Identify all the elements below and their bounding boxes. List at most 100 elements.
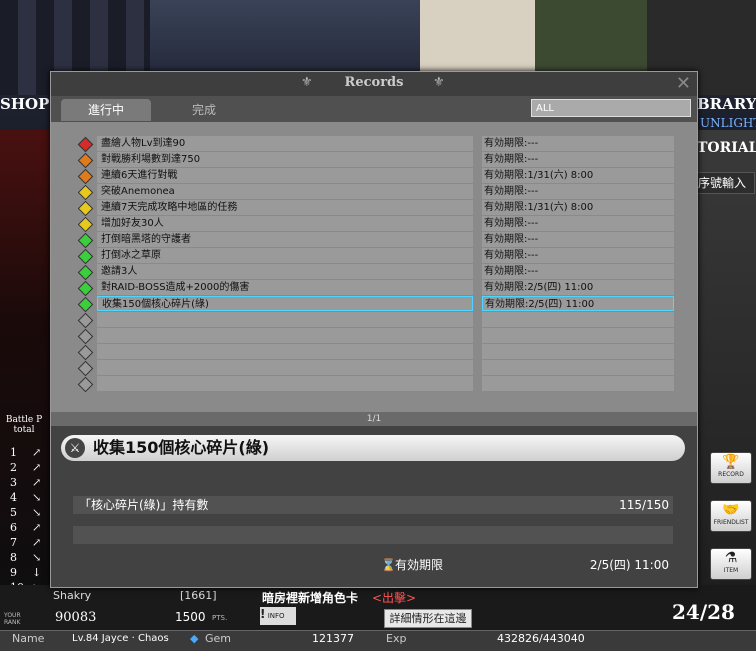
record-row[interactable]: 邀請3人 有効期限:--- xyxy=(77,264,677,281)
record-expiry: 有効期限:2/5(四) 11:00 xyxy=(482,280,674,295)
record-row[interactable]: 突破Anemonea 有効期限:--- xyxy=(77,184,677,201)
record-name: 增加好友30人 xyxy=(97,216,473,231)
record-name xyxy=(97,312,473,327)
rank-number: 9 xyxy=(10,566,17,579)
record-name xyxy=(97,344,473,359)
rank-row: 8 ↘ xyxy=(10,551,50,565)
gem-icon xyxy=(77,360,94,377)
record-name: 邀請3人 xyxy=(97,264,473,279)
record-name: 突破Anemonea xyxy=(97,184,473,199)
gem-icon xyxy=(77,168,94,185)
record-row[interactable] xyxy=(77,328,677,345)
expiry-label: 有効期限 xyxy=(395,558,444,572)
record-expiry: 有効期限:--- xyxy=(482,232,674,247)
record-row[interactable] xyxy=(77,344,677,361)
rank-number: 8 xyxy=(10,551,17,564)
record-row[interactable]: 連續6天進行對戰 有効期限:1/31(六) 8:00 xyxy=(77,168,677,185)
rank-number: 1 xyxy=(10,446,17,459)
exp-label: Exp xyxy=(386,632,407,645)
tab-bar: 進行中 完成 ALL xyxy=(51,96,697,122)
shop-button[interactable]: SHOP xyxy=(0,95,52,115)
rank-row: 4 ↘ xyxy=(10,491,50,505)
close-icon[interactable]: ✕ xyxy=(676,73,691,94)
record-button[interactable]: 🏆 RECORD xyxy=(710,452,752,484)
gem-value: 121377 xyxy=(312,632,354,645)
record-name: 打倒暗黑塔的守護者 xyxy=(97,232,473,247)
name-value: Lv.84 Jayce · Chaos xyxy=(72,633,169,644)
gem-icon xyxy=(77,344,94,361)
record-row[interactable] xyxy=(77,312,677,329)
record-name: 對RAID-BOSS造成+2000的傷害 xyxy=(97,280,473,295)
hourglass-icon: ⌛ xyxy=(381,558,396,572)
window-title: Records xyxy=(344,75,404,90)
news-detail-button[interactable]: 詳細情形在這邊 xyxy=(384,609,472,628)
battle-points-label: Battle P total xyxy=(5,415,43,435)
record-row[interactable]: 打倒冰之草原 有効期限:--- xyxy=(77,248,677,265)
rank-row: 6 ↗ xyxy=(10,521,50,535)
rank-arrow-icon: ↓ xyxy=(32,566,42,579)
record-expiry: 有効期限:--- xyxy=(482,136,674,151)
tutorial-button[interactable]: TORIAL xyxy=(697,140,756,156)
gem-icon xyxy=(77,296,94,313)
record-label: RECORD xyxy=(718,471,744,478)
item-label: ITEM xyxy=(723,567,739,574)
filter-dropdown[interactable]: ALL xyxy=(531,99,691,117)
rank-number: 6 xyxy=(10,521,17,534)
record-row[interactable]: 增加好友30人 有効期限:--- xyxy=(77,216,677,233)
your-rank-label: YOUR RANK xyxy=(4,612,21,626)
info-button[interactable]: ! INFO xyxy=(260,607,296,625)
detail-empty-row xyxy=(73,526,673,544)
rank-arrow-icon: ↘ xyxy=(32,506,42,519)
rank-row: 1 ↗ xyxy=(10,446,50,460)
record-row[interactable]: 對戰勝利場數到達750 有効期限:--- xyxy=(77,152,677,169)
record-row[interactable]: 盡繪人物Lv到達90 有効期限:--- xyxy=(77,136,677,153)
friendlist-button[interactable]: 🤝 FRIENDLIST xyxy=(710,500,752,532)
gem-icon xyxy=(77,264,94,281)
record-name: 收集150個核心碎片(綠) xyxy=(97,296,473,311)
record-name xyxy=(97,328,473,343)
detail-header: ⚔ 收集150個核心碎片(綠) xyxy=(61,435,685,461)
rank-row: 3 ↗ xyxy=(10,476,50,490)
detail-title: 收集150個核心碎片(綠) xyxy=(93,438,270,457)
record-row[interactable]: 對RAID-BOSS造成+2000的傷害 有効期限:2/5(四) 11:00 xyxy=(77,280,677,297)
gem-icon xyxy=(77,232,94,249)
record-expiry: 有効期限:--- xyxy=(482,152,674,167)
rank-row: 2 ↗ xyxy=(10,461,50,475)
library-button[interactable]: BRARY xyxy=(697,95,756,113)
record-expiry: 有効期限:1/31(六) 8:00 xyxy=(482,200,674,215)
exp-value: 432826/443040 xyxy=(497,632,585,645)
gem-icon xyxy=(77,376,94,393)
record-row[interactable] xyxy=(77,360,677,377)
rank-number: 4 xyxy=(10,491,17,504)
score-badge: 24/28 xyxy=(672,600,735,624)
record-row[interactable]: 連續7天完成攻略中地區的任務 有効期限:1/31(六) 8:00 xyxy=(77,200,677,217)
record-name: 對戰勝利場數到達750 xyxy=(97,152,473,167)
gem-icon xyxy=(77,312,94,329)
rank-arrow-icon: ↗ xyxy=(32,536,42,549)
item-button[interactable]: ⚗ ITEM xyxy=(710,548,752,580)
record-row[interactable]: 收集150個核心碎片(綠) 有効期限:2/5(四) 11:00 xyxy=(77,296,677,313)
player-name: Shakry xyxy=(53,589,92,602)
record-row[interactable] xyxy=(77,376,677,393)
record-name: 盡繪人物Lv到達90 xyxy=(97,136,473,151)
gem-label: Gem xyxy=(205,632,232,645)
rank-arrow-icon: ↘ xyxy=(32,551,42,564)
potion-icon: ⚗ xyxy=(724,550,738,566)
trophy-icon: 🏆 xyxy=(722,454,740,470)
record-expiry xyxy=(482,312,674,327)
detail-progress-row: 「核心碎片(綠)」持有數 115/150 xyxy=(73,496,673,514)
tab-completed[interactable]: 完成 xyxy=(159,99,249,121)
sword-icon: ⚔ xyxy=(65,438,85,458)
points-value: 1500 xyxy=(175,610,206,624)
serial-input-button[interactable]: 序號輸入 xyxy=(697,172,755,194)
unlight-label: UNLIGHT xyxy=(700,116,756,130)
tab-in-progress[interactable]: 進行中 xyxy=(61,99,151,121)
rank-arrow-icon: ↗ xyxy=(32,476,42,489)
rank-row: 7 ↗ xyxy=(10,536,50,550)
rank-row: 9 ↓ xyxy=(10,566,50,580)
record-row[interactable]: 打倒暗黑塔的守護者 有効期限:--- xyxy=(77,232,677,249)
window-titlebar[interactable]: ⚜ Records ⚜ ✕ xyxy=(51,72,697,96)
rank-arrow-icon: ↗ xyxy=(32,446,42,459)
rank-arrow-icon: ↘ xyxy=(32,491,42,504)
progress-label: 「核心碎片(綠)」持有數 xyxy=(79,498,209,512)
